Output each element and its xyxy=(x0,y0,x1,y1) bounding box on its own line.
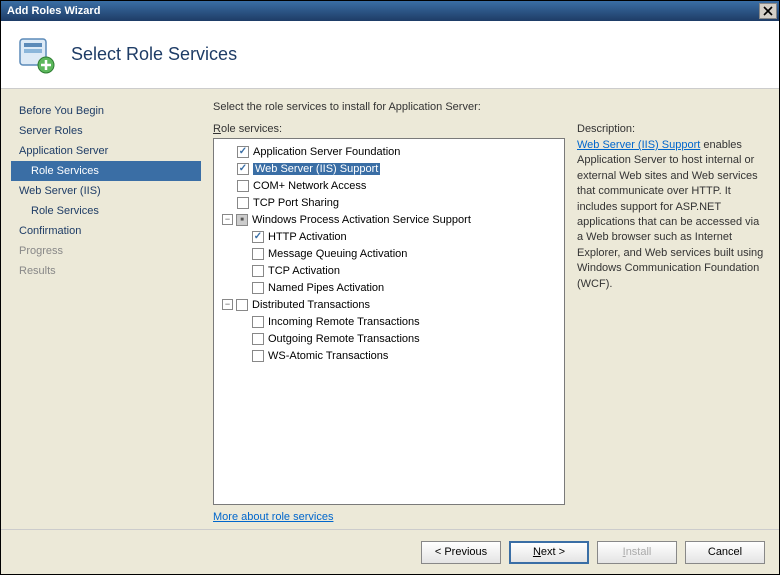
checkbox[interactable] xyxy=(237,180,249,192)
tree-item-label: Distributed Transactions xyxy=(252,299,370,311)
wizard-header: Select Role Services xyxy=(1,21,779,89)
checkbox[interactable] xyxy=(236,214,248,226)
tree-item[interactable]: HTTP Activation xyxy=(218,228,560,245)
close-icon xyxy=(763,6,773,16)
page-title: Select Role Services xyxy=(71,44,237,65)
tree-item-label: TCP Port Sharing xyxy=(253,197,339,209)
checkbox[interactable] xyxy=(237,197,249,209)
collapse-icon[interactable]: − xyxy=(222,299,233,310)
tree-item-label: Incoming Remote Transactions xyxy=(268,316,420,328)
tree-item-label: Windows Process Activation Service Suppo… xyxy=(252,214,471,226)
titlebar: Add Roles Wizard xyxy=(1,1,779,21)
tree-item[interactable]: − Windows Process Activation Service Supp… xyxy=(218,211,560,228)
sidebar-item[interactable]: Results xyxy=(1,261,201,281)
close-button[interactable] xyxy=(759,3,777,19)
description-body: enables Application Server to host inter… xyxy=(577,139,763,290)
checkbox[interactable] xyxy=(252,316,264,328)
tree-item-label: Application Server Foundation xyxy=(253,146,400,158)
checkbox[interactable] xyxy=(252,231,264,243)
role-services-icon xyxy=(16,35,56,75)
sidebar-item[interactable]: Application Server xyxy=(1,141,201,161)
description-link[interactable]: Web Server (IIS) Support xyxy=(577,139,700,151)
tree-item-label: Message Queuing Activation xyxy=(268,248,407,260)
checkbox[interactable] xyxy=(252,282,264,294)
tree-item[interactable]: Message Queuing Activation xyxy=(218,245,560,262)
instruction-text: Select the role services to install for … xyxy=(213,101,767,113)
checkbox[interactable] xyxy=(252,350,264,362)
sidebar-item[interactable]: Progress xyxy=(1,241,201,261)
tree-item-label: Outgoing Remote Transactions xyxy=(268,333,420,345)
tree-item[interactable]: Outgoing Remote Transactions xyxy=(218,330,560,347)
wizard-sidebar: Before You BeginServer RolesApplication … xyxy=(1,89,201,529)
tree-item[interactable]: TCP Activation xyxy=(218,262,560,279)
tree-item[interactable]: WS-Atomic Transactions xyxy=(218,347,560,364)
content-area: Before You BeginServer RolesApplication … xyxy=(1,89,779,529)
checkbox[interactable] xyxy=(252,248,264,260)
tree-item[interactable]: Named Pipes Activation xyxy=(218,279,560,296)
install-button: IInstallnstall xyxy=(597,541,677,564)
tree-item[interactable]: Application Server Foundation xyxy=(218,143,560,160)
tree-item-label: HTTP Activation xyxy=(268,231,347,243)
description-label: Description: xyxy=(577,123,767,135)
cancel-button[interactable]: Cancel xyxy=(685,541,765,564)
next-button[interactable]: Next > xyxy=(509,541,589,564)
tree-item-label: Named Pipes Activation xyxy=(268,282,384,294)
tree-item[interactable]: − Distributed Transactions xyxy=(218,296,560,313)
tree-item-label: Web Server (IIS) Support xyxy=(253,163,380,175)
tree-item[interactable]: TCP Port Sharing xyxy=(218,194,560,211)
sidebar-item[interactable]: Before You Begin xyxy=(1,101,201,121)
wizard-footer: < Previous Next > IInstallnstall Cancel xyxy=(1,529,779,574)
role-services-tree[interactable]: Application Server Foundation Web Server … xyxy=(213,138,565,505)
window-title: Add Roles Wizard xyxy=(7,5,759,17)
tree-item[interactable]: COM+ Network Access xyxy=(218,177,560,194)
checkbox[interactable] xyxy=(237,146,249,158)
tree-item-label: COM+ Network Access xyxy=(253,180,366,192)
checkbox[interactable] xyxy=(236,299,248,311)
main-panel: Select the role services to install for … xyxy=(201,89,779,529)
checkbox[interactable] xyxy=(252,265,264,277)
description-text: Web Server (IIS) Support enables Applica… xyxy=(577,138,767,292)
sidebar-item[interactable]: Confirmation xyxy=(1,221,201,241)
tree-item-label: WS-Atomic Transactions xyxy=(268,350,388,362)
sidebar-item[interactable]: Role Services xyxy=(11,161,201,181)
checkbox[interactable] xyxy=(237,163,249,175)
collapse-icon[interactable]: − xyxy=(222,214,233,225)
tree-item[interactable]: Web Server (IIS) Support xyxy=(218,160,560,177)
sidebar-item[interactable]: Web Server (IIS) xyxy=(1,181,201,201)
more-about-link[interactable]: More about role services xyxy=(213,511,333,523)
sidebar-item[interactable]: Server Roles xyxy=(1,121,201,141)
tree-label: Role services: xyxy=(213,123,565,135)
tree-item-label: TCP Activation xyxy=(268,265,340,277)
tree-item[interactable]: Incoming Remote Transactions xyxy=(218,313,560,330)
previous-button[interactable]: < Previous xyxy=(421,541,501,564)
checkbox[interactable] xyxy=(252,333,264,345)
sidebar-item[interactable]: Role Services xyxy=(1,201,201,221)
